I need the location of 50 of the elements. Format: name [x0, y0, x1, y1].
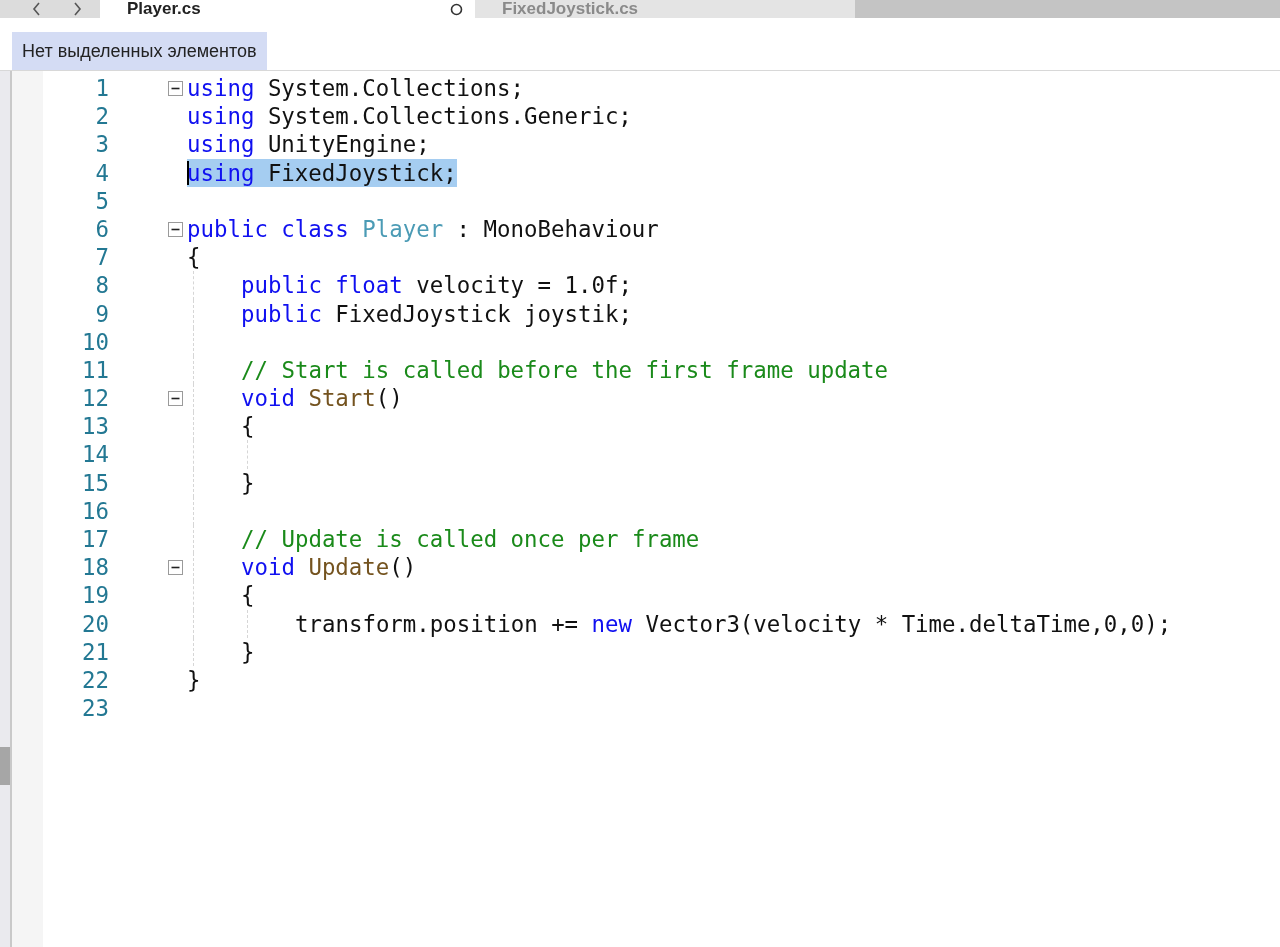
line-number: 2 [94, 102, 109, 131]
line-number: 1 [94, 74, 109, 103]
back-icon[interactable] [32, 2, 42, 16]
line-number: 19 [81, 581, 109, 610]
code-line: public class Player : MonoBehaviour [187, 214, 659, 244]
collapse-icon[interactable] [168, 390, 183, 406]
line-number: 14 [81, 440, 109, 469]
line-number: 11 [81, 355, 109, 385]
code-line: // Start is called before the first frame update [241, 355, 889, 385]
line-number: 9 [94, 299, 109, 328]
line-number: 20 [81, 609, 109, 638]
line-number: 17 [81, 525, 109, 554]
line-number: 15 [81, 468, 109, 497]
line-number: 21 [81, 637, 109, 666]
breadcrumb[interactable]: Нет выделенных элементов [12, 32, 267, 70]
line-number: 4 [94, 158, 109, 187]
code-line: using System.Collections; [187, 74, 524, 103]
code-line: using System.Collections.Generic; [187, 102, 632, 131]
collapse-icon[interactable] [168, 559, 183, 575]
line-number: 13 [81, 412, 109, 441]
code-line: public float velocity = 1.0f; [241, 271, 632, 300]
line-number: 18 [81, 553, 109, 582]
collapse-icon[interactable] [168, 221, 183, 237]
code-line: { [241, 412, 255, 441]
code-line: } [241, 468, 255, 497]
code-line: using UnityEngine; [187, 130, 430, 159]
line-number: 3 [94, 130, 109, 159]
unsaved-dot-icon[interactable] [450, 2, 463, 16]
line-number: 12 [81, 384, 109, 413]
line-number: 22 [81, 665, 109, 695]
line-number: 10 [81, 327, 109, 356]
code-line: void Start() [241, 384, 403, 413]
code-line: transform.position += new Vector3(velocity * Time.deltaTime,0,0); [295, 609, 1172, 638]
file-tab[interactable]: Player.cs [100, 0, 475, 18]
line-number: 7 [94, 243, 109, 272]
line-number: 8 [94, 271, 109, 300]
scrollbar-thumb[interactable] [0, 747, 10, 785]
line-number: 6 [94, 214, 109, 244]
code-line: public FixedJoystick joystik; [241, 299, 632, 328]
line-number: 16 [81, 496, 109, 525]
line-number: 5 [94, 186, 109, 215]
forward-icon[interactable] [72, 2, 82, 16]
code-line: // Update is called once per frame [241, 525, 700, 554]
code-line: } [241, 637, 255, 666]
code-line: } [187, 665, 201, 695]
line-number: 23 [81, 694, 109, 723]
code-line: void Update() [241, 553, 417, 582]
collapse-icon[interactable] [168, 80, 183, 96]
code-line: { [241, 581, 255, 610]
code-line: { [187, 243, 201, 272]
